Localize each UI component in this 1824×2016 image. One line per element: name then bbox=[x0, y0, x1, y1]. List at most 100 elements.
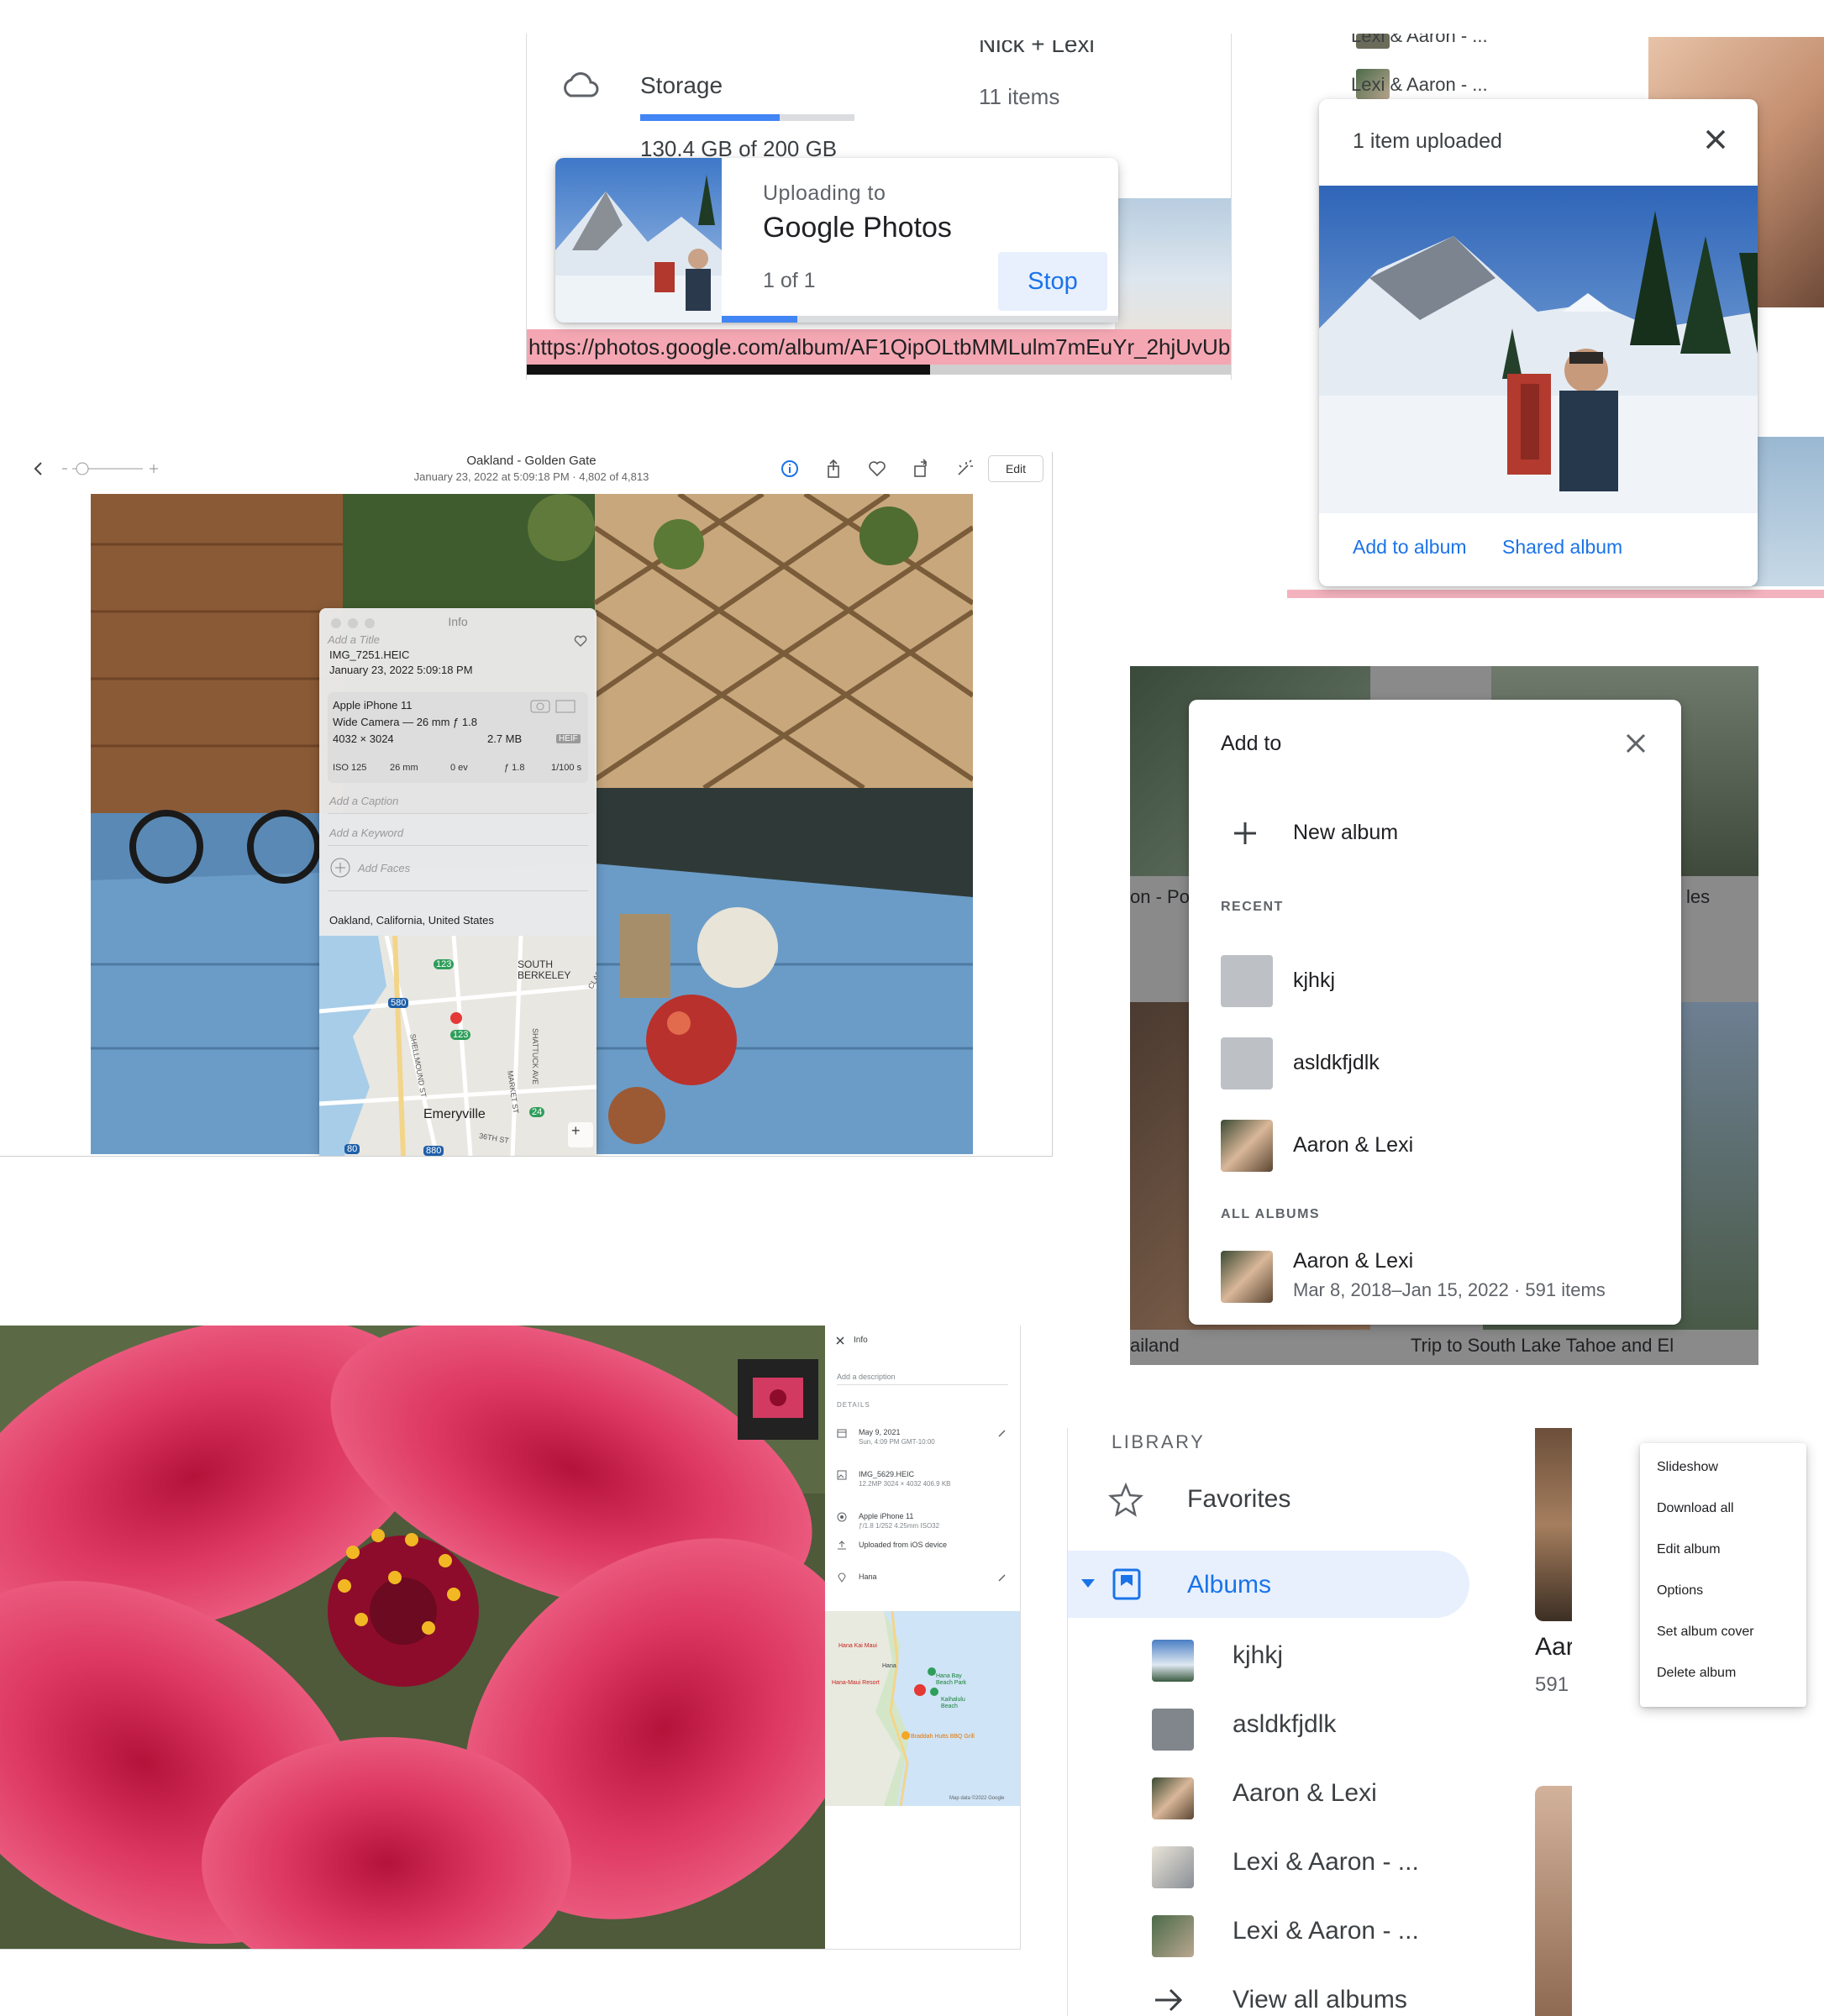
album-title[interactable]: Nick + Lexi bbox=[979, 40, 1095, 62]
library-header: LIBRARY bbox=[1112, 1431, 1206, 1452]
upload-toast: Uploading to Google Photos 1 of 1 Stop bbox=[555, 158, 1118, 323]
uploaded-title: 1 item uploaded bbox=[1353, 129, 1502, 153]
rotate-icon[interactable] bbox=[909, 457, 933, 480]
info-icon[interactable] bbox=[778, 457, 802, 480]
divider bbox=[328, 845, 588, 846]
edit-button[interactable]: Edit bbox=[988, 455, 1043, 482]
map-label: Hana bbox=[882, 1663, 896, 1669]
map-label: Emeryville bbox=[423, 1107, 486, 1121]
album-thumbnail bbox=[1152, 1777, 1194, 1819]
shared-album-button[interactable]: Shared album bbox=[1502, 536, 1622, 559]
album-list-item[interactable]: Lexi & Aaron - ... bbox=[1351, 74, 1488, 96]
photo-date-sub: Sun, 4:09 PM GMT-10:00 bbox=[859, 1438, 935, 1446]
route-badge: 24 bbox=[529, 1107, 545, 1117]
heart-icon[interactable] bbox=[865, 457, 889, 480]
photo-subtitle: January 23, 2022 at 5:09:18 PM · 4,802 o… bbox=[413, 470, 649, 483]
nav-favorites[interactable]: Favorites bbox=[1187, 1485, 1290, 1514]
plus-icon[interactable] bbox=[1231, 819, 1259, 848]
location-map[interactable]: 123 580 123 24 80 880 SOUTH BERKELEY Eme… bbox=[319, 936, 597, 1156]
add-faces-label[interactable]: Add Faces bbox=[358, 862, 410, 874]
uploaded-photo[interactable] bbox=[1319, 186, 1758, 513]
view-all-albums-link[interactable]: View all albums bbox=[1233, 1986, 1407, 2014]
recent-album-item[interactable]: asldkfjdlk bbox=[1293, 1051, 1380, 1075]
exif-iso: ISO 125 bbox=[333, 763, 367, 773]
album-cover-photo[interactable] bbox=[1535, 1428, 1572, 1621]
map-label: Kaihalulu Beach bbox=[941, 1697, 965, 1709]
map-label: Hana-Maui Resort bbox=[832, 1680, 880, 1686]
dialog-title: Add to bbox=[1221, 732, 1282, 755]
url-text[interactable]: https://photos.google.com/album/AF1QipOL… bbox=[527, 329, 1231, 365]
menu-item-set-album-cover[interactable]: Set album cover bbox=[1657, 1625, 1754, 1640]
info-pane: Info Add a Title IMG_7251.HEIC January 2… bbox=[319, 608, 597, 1156]
heart-icon[interactable] bbox=[573, 633, 588, 648]
enhance-icon[interactable] bbox=[953, 457, 976, 480]
add-to-album-button[interactable]: Add to album bbox=[1353, 536, 1467, 559]
description-input[interactable]: Add a description bbox=[837, 1373, 896, 1381]
camera-info-box: Apple iPhone 11 Wide Camera — 26 mm ƒ 1.… bbox=[328, 692, 588, 783]
location-map[interactable]: Hana Kai Maui Hana Hana-Maui Resort Hana… bbox=[825, 1611, 1020, 1806]
album-thumbnail bbox=[1221, 1120, 1273, 1172]
upload-label: Uploading to bbox=[763, 181, 886, 205]
divider bbox=[930, 365, 1231, 375]
menu-item-options[interactable]: Options bbox=[1657, 1583, 1703, 1599]
album-thumbnail bbox=[1221, 955, 1273, 1007]
camera-name: Apple iPhone 11 bbox=[859, 1512, 914, 1520]
album-link[interactable]: Aaron & Lexi bbox=[1233, 1779, 1377, 1808]
arrow-right-icon bbox=[1152, 1986, 1185, 2014]
stop-button[interactable]: Stop bbox=[998, 252, 1107, 311]
album-item[interactable]: Aaron & Lexi bbox=[1293, 1249, 1413, 1273]
chevron-down-icon[interactable] bbox=[1080, 1578, 1096, 1589]
album-count-partial: 591 bbox=[1535, 1673, 1569, 1696]
mini-thumbnail[interactable] bbox=[738, 1359, 818, 1440]
back-icon[interactable] bbox=[30, 460, 47, 477]
all-albums-header: ALL ALBUMS bbox=[1221, 1207, 1321, 1221]
menu-item-download-all[interactable]: Download all bbox=[1657, 1501, 1734, 1516]
share-icon[interactable] bbox=[822, 457, 845, 480]
recent-header: RECENT bbox=[1221, 900, 1284, 914]
album-link[interactable]: Lexi & Aaron - ... bbox=[1233, 1848, 1419, 1877]
title-input[interactable]: Add a Title bbox=[328, 633, 380, 646]
new-album-button[interactable]: New album bbox=[1293, 821, 1398, 845]
recent-album-item[interactable]: kjhkj bbox=[1293, 969, 1335, 993]
route-badge: 80 bbox=[344, 1144, 360, 1154]
album-title-partial[interactable]: Aar bbox=[1535, 1633, 1572, 1662]
album-link[interactable]: asldkfjdlk bbox=[1233, 1710, 1336, 1739]
album-cover-photo[interactable] bbox=[1535, 1786, 1572, 2016]
divider bbox=[328, 890, 588, 891]
menu-item-edit-album[interactable]: Edit album bbox=[1657, 1542, 1721, 1557]
album-link[interactable]: kjhkj bbox=[1233, 1641, 1283, 1670]
storage-panel: Storage 130.4 GB of 200 GB Nick + Lexi 1… bbox=[526, 34, 1232, 380]
album-list-item[interactable]: Lexi & Aaron - ... bbox=[1351, 34, 1488, 47]
exif-ev: 0 ev bbox=[450, 763, 468, 773]
nav-albums[interactable]: Albums bbox=[1187, 1571, 1271, 1599]
route-badge: 123 bbox=[450, 1030, 471, 1040]
map-attribution: Map data ©2022 Google bbox=[949, 1796, 1005, 1801]
zoom-slider[interactable] bbox=[60, 460, 161, 477]
map-label: Hana Bay Beach Park bbox=[936, 1673, 967, 1686]
edit-icon[interactable] bbox=[997, 1428, 1007, 1438]
location-name: Hana bbox=[859, 1572, 877, 1581]
upload-progress-fill bbox=[722, 316, 797, 323]
location-text: Oakland, California, United States bbox=[329, 914, 494, 927]
menu-item-delete-album[interactable]: Delete album bbox=[1657, 1666, 1736, 1681]
macos-photos-window: Oakland - Golden Gate January 23, 2022 a… bbox=[0, 452, 1053, 1157]
upload-progress-bar bbox=[722, 316, 1118, 323]
divider bbox=[837, 1384, 1008, 1385]
star-icon bbox=[1108, 1482, 1143, 1517]
add-to-dialog: Add to New album RECENT kjhkj asldkfjdlk… bbox=[1189, 700, 1681, 1325]
album-link[interactable]: Lexi & Aaron - ... bbox=[1233, 1917, 1419, 1945]
zoom-in-icon[interactable]: + bbox=[571, 1122, 581, 1140]
menu-item-slideshow[interactable]: Slideshow bbox=[1657, 1460, 1718, 1475]
close-icon[interactable] bbox=[835, 1336, 845, 1346]
edit-icon[interactable] bbox=[997, 1572, 1007, 1583]
close-icon[interactable] bbox=[1619, 727, 1653, 760]
album-thumbnail bbox=[1221, 1251, 1273, 1303]
keyword-input[interactable]: Add a Keyword bbox=[329, 827, 403, 839]
close-icon[interactable] bbox=[1699, 123, 1732, 156]
add-faces-icon[interactable] bbox=[329, 857, 351, 879]
caption-input[interactable]: Add a Caption bbox=[329, 795, 398, 807]
recent-album-item[interactable]: Aaron & Lexi bbox=[1293, 1133, 1413, 1158]
file-size: 2.7 MB bbox=[487, 732, 523, 745]
upload-icon bbox=[837, 1541, 847, 1551]
calendar-icon bbox=[837, 1428, 847, 1438]
